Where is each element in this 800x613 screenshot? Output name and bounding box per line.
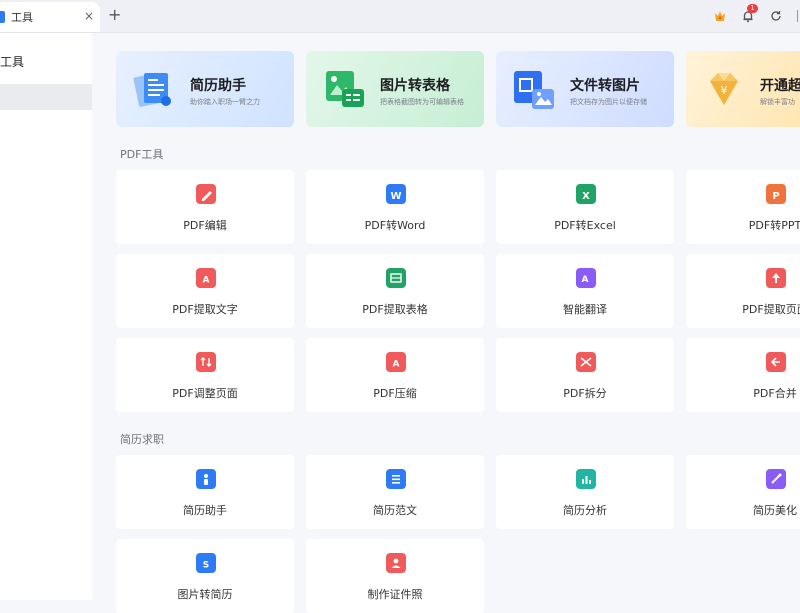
tool-card-label: PDF转Excel [554, 219, 616, 232]
tool-card-label: PDF调整页面 [172, 387, 238, 400]
feature-image-to-table[interactable]: 图片转表格 把表格截图转为可编辑表格 [306, 51, 484, 127]
compress-icon: A [386, 352, 406, 372]
tool-card-merge[interactable]: PDF合并 [686, 338, 800, 412]
ppt-icon: P [766, 184, 786, 204]
notification-badge: 1 [747, 4, 758, 13]
resume-beautify-icon [766, 469, 786, 489]
title-bar: 工具 × + 1 [0, 0, 800, 33]
tab-label: 工具 [11, 11, 33, 24]
tool-card-extract-page[interactable]: PDF提取页面 [686, 254, 800, 328]
svg-text:X: X [582, 191, 590, 202]
feature-file-to-image[interactable]: 文件转图片 把文档存为图片以便存储 [496, 51, 674, 127]
word-icon: W [386, 184, 406, 204]
tool-card-label: PDF提取表格 [362, 303, 428, 316]
merge-icon [766, 352, 786, 372]
tool-card-word[interactable]: W PDF转Word [306, 170, 484, 244]
tool-card-label: PDF编辑 [183, 219, 227, 232]
pdf-edit-icon [196, 184, 216, 204]
feature-subtitle: 把表格截图转为可编辑表格 [380, 98, 464, 106]
main-content: 简历助手 助你踏入职场一臂之力 图片转表格 把表格截图转为可编辑表格 文件转图片… [92, 33, 800, 613]
refresh-icon[interactable] [766, 6, 786, 26]
tool-card-resume-analysis[interactable]: 简历分析 [496, 455, 674, 529]
svg-text:A: A [582, 275, 589, 285]
tool-card-adjust-page[interactable]: PDF调整页面 [116, 338, 294, 412]
sidebar: 工具 [0, 33, 93, 600]
feature-title: 开通超 [760, 78, 800, 94]
tool-card-extract-table[interactable]: PDF提取表格 [306, 254, 484, 328]
tool-card-label: PDF提取页面 [742, 303, 800, 316]
feature-resume-assistant[interactable]: 简历助手 助你踏入职场一臂之力 [116, 51, 294, 127]
tool-card-image-to-resume[interactable]: S 图片转简历 [116, 539, 294, 613]
tool-card-resume-assistant[interactable]: 简历助手 [116, 455, 294, 529]
close-tab-icon[interactable]: × [84, 10, 94, 22]
tool-card-excel[interactable]: X PDF转Excel [496, 170, 674, 244]
svg-text:¥: ¥ [721, 84, 728, 97]
tool-card-label: 简历助手 [183, 504, 227, 517]
translate-icon: A [576, 268, 596, 288]
notification-bell-icon[interactable]: 1 [738, 4, 758, 26]
excel-icon: X [576, 184, 596, 204]
tool-card-label: PDF提取文字 [172, 303, 238, 316]
section-title-resume: 简历求职 [120, 433, 164, 446]
svg-text:A: A [203, 276, 210, 286]
tool-card-label: PDF压缩 [373, 387, 417, 400]
diamond-icon: ¥ [710, 73, 738, 105]
adjust-page-icon [196, 352, 216, 372]
image-to-resume-icon: S [196, 553, 216, 573]
resume-document-icon [133, 73, 171, 107]
svg-text:S: S [203, 561, 209, 571]
tool-card-label: 简历范文 [373, 504, 417, 517]
svg-text:P: P [772, 191, 779, 202]
tool-card-label: 简历美化 [753, 504, 797, 517]
new-tab-icon[interactable]: + [108, 7, 121, 23]
tool-card-pdf-edit[interactable]: PDF编辑 [116, 170, 294, 244]
split-icon [576, 352, 596, 372]
feature-subtitle: 解锁丰富功 [760, 98, 795, 106]
id-photo-icon [386, 553, 406, 573]
app-icon [0, 11, 5, 23]
tool-card-label: PDF拆分 [563, 387, 607, 400]
tool-card-resume-sample[interactable]: 简历范文 [306, 455, 484, 529]
feature-subtitle: 把文档存为图片以便存储 [570, 98, 647, 106]
section-title-pdf: PDF工具 [120, 148, 164, 161]
tool-card-label: PDF转PPT [748, 219, 800, 232]
tool-card-label: PDF转Word [364, 219, 426, 232]
tool-card-label: 简历分析 [563, 504, 607, 517]
extract-page-icon [766, 268, 786, 288]
feature-title: 简历助手 [190, 78, 246, 94]
extract-table-icon [386, 268, 406, 288]
tool-card-compress[interactable]: A PDF压缩 [306, 338, 484, 412]
sidebar-title: 工具 [0, 55, 25, 69]
svg-text:A: A [393, 360, 400, 370]
feature-title: 图片转表格 [380, 78, 450, 94]
feature-title: 文件转图片 [570, 78, 640, 94]
tool-card-label: 智能翻译 [563, 303, 607, 316]
svg-text:W: W [390, 191, 401, 202]
sidebar-item-selected[interactable] [0, 84, 92, 110]
tool-card-label: PDF合并 [753, 387, 797, 400]
resume-analysis-icon [576, 469, 596, 489]
extract-text-icon: A [196, 268, 216, 288]
tool-card-ppt[interactable]: P PDF转PPT [686, 170, 800, 244]
tool-card-id-photo[interactable]: 制作证件照 [306, 539, 484, 613]
feature-subtitle: 助你踏入职场一臂之力 [190, 98, 260, 106]
feature-vip[interactable]: ¥ 开通超 解锁丰富功 [686, 51, 800, 127]
tool-card-extract-text[interactable]: A PDF提取文字 [116, 254, 294, 328]
tool-card-split[interactable]: PDF拆分 [496, 338, 674, 412]
image-table-icon [326, 71, 364, 107]
file-image-icon [514, 71, 554, 109]
vip-crown-icon[interactable] [710, 6, 730, 26]
tool-card-translate[interactable]: A 智能翻译 [496, 254, 674, 328]
resume-assistant-icon [196, 469, 216, 489]
tab-tools[interactable]: 工具 × [0, 2, 100, 32]
resume-sample-icon [386, 469, 406, 489]
tool-card-resume-beautify[interactable]: 简历美化 [686, 455, 800, 529]
window-edge-icon [794, 6, 800, 26]
